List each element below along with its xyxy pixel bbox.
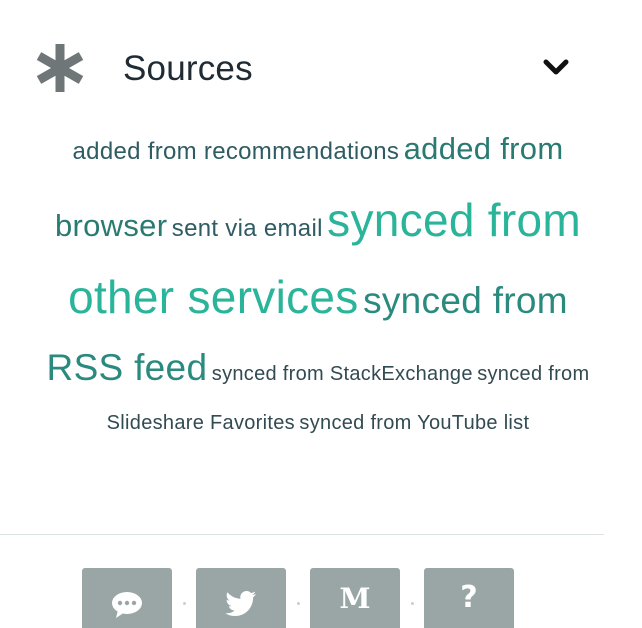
source-tag[interactable]: synced from StackExchange — [212, 363, 473, 385]
twitter-bird-icon — [225, 591, 256, 616]
source-tag[interactable]: added from recommendations — [73, 138, 400, 165]
asterisk-icon — [36, 44, 84, 92]
sources-header: Sources — [0, 0, 604, 120]
help-button[interactable]: ? — [424, 568, 514, 628]
source-tag[interactable]: sent via email — [172, 215, 323, 242]
question-mark-icon: ? — [460, 580, 478, 615]
medium-button[interactable]: M — [310, 568, 400, 628]
tag-cloud: added from recommendations added from br… — [32, 116, 604, 445]
section-title: Sources — [123, 49, 253, 88]
separator-dot — [297, 602, 300, 605]
twitter-button[interactable] — [196, 568, 286, 628]
separator-dot — [183, 602, 186, 605]
divider — [0, 534, 604, 535]
source-tag[interactable]: synced from YouTube list — [299, 412, 529, 434]
footer-button-bar: M ? — [82, 568, 522, 628]
medium-logo-icon: M — [339, 582, 371, 615]
chevron-down-icon[interactable] — [541, 54, 571, 82]
separator-dot — [411, 602, 414, 605]
chat-button[interactable] — [82, 568, 172, 628]
